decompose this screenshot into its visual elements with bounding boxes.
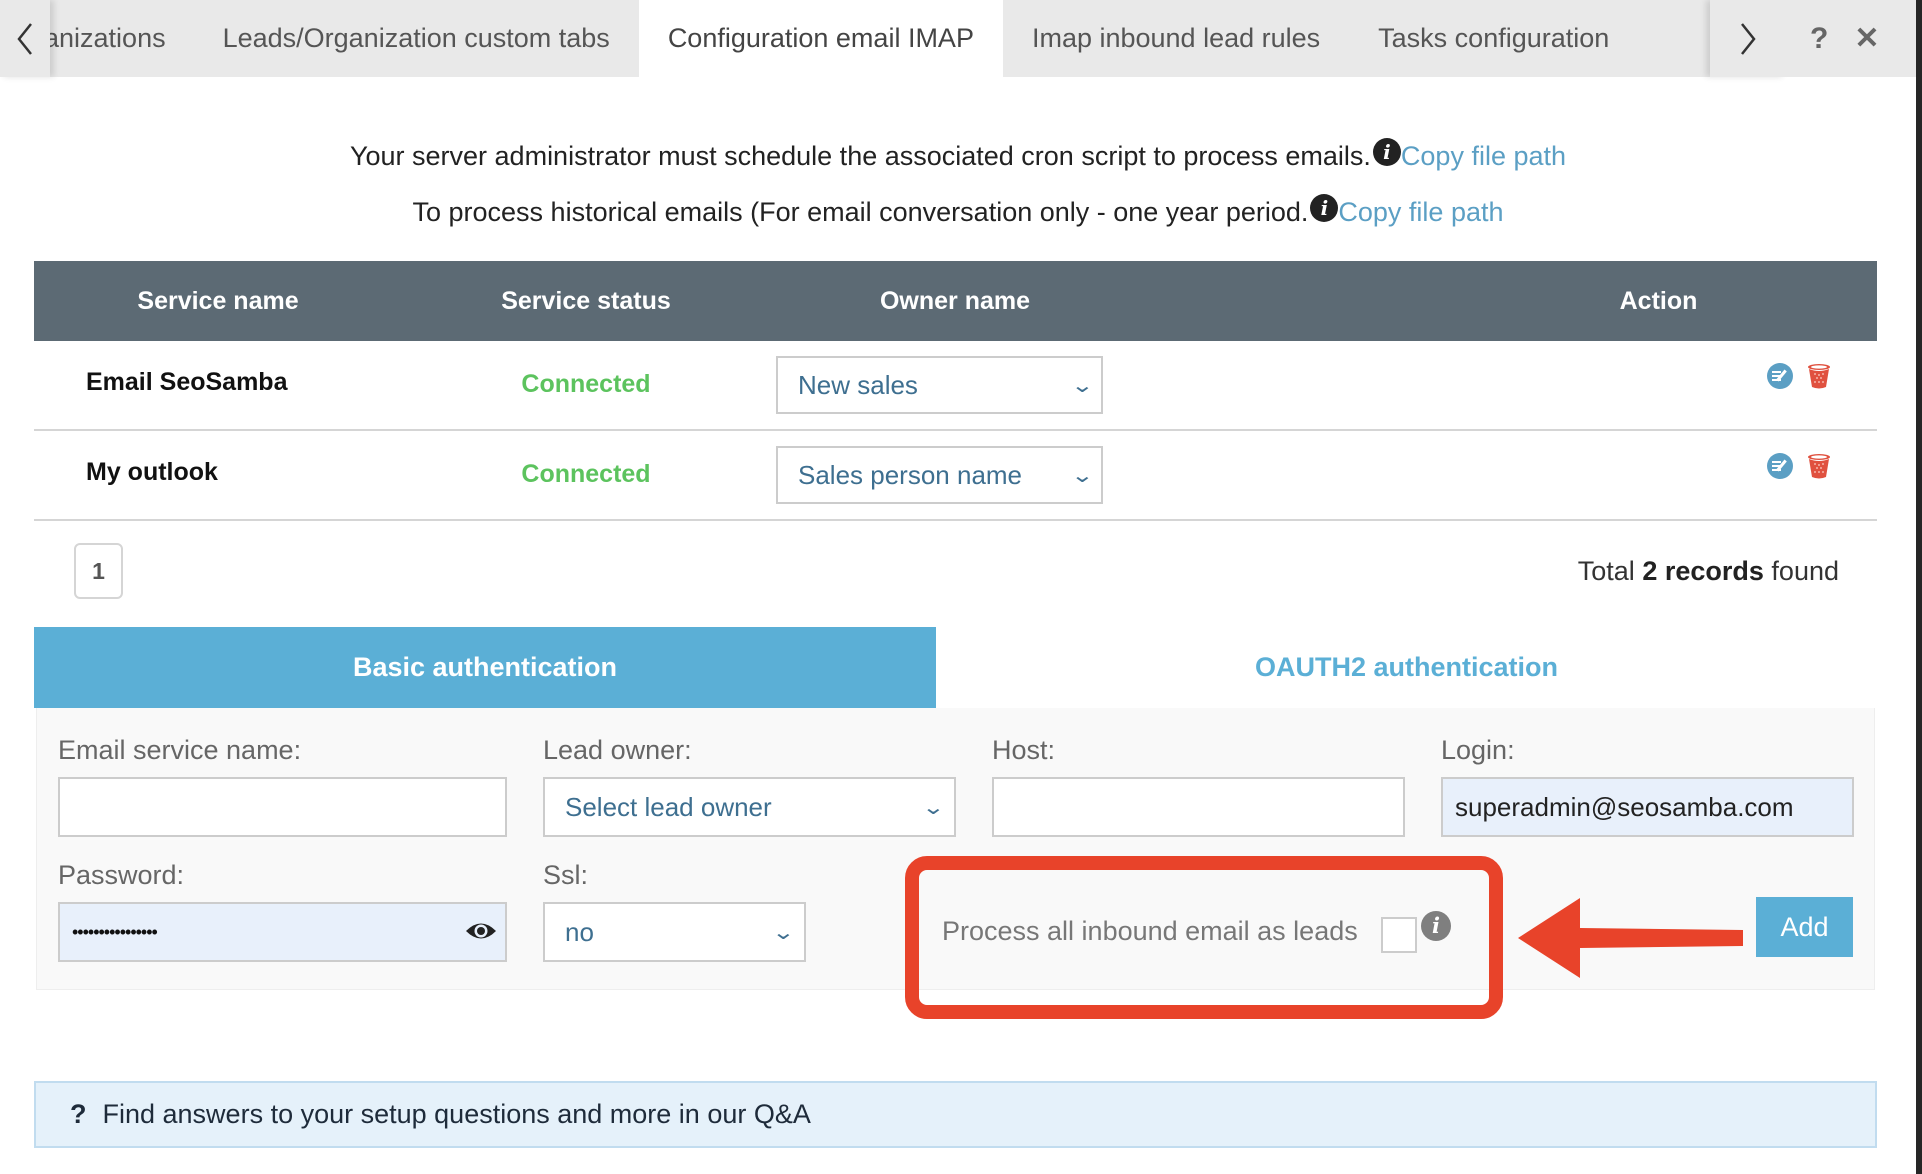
qa-help-banner[interactable]: ? Find answers to your setup questions a… xyxy=(34,1081,1877,1148)
close-button[interactable]: ✕ xyxy=(1854,23,1879,54)
window-tools: ? ✕ xyxy=(1786,0,1916,77)
info-icon[interactable]: i xyxy=(1421,911,1451,941)
owner-select-value: New sales xyxy=(798,369,918,400)
tab-bar-edge xyxy=(1786,77,1916,79)
password-input[interactable]: •••••••••••••••• xyxy=(58,902,507,962)
copy-file-path-link[interactable]: Copy file path xyxy=(1338,197,1503,227)
cron-info-line: Your server administrator must schedule … xyxy=(0,138,1916,172)
login-input[interactable]: superadmin@seosamba.com xyxy=(1441,777,1854,837)
tab-tasks-configuration[interactable]: Tasks configuration xyxy=(1349,0,1638,77)
owner-select-value: Sales person name xyxy=(798,459,1023,490)
tab-basic-authentication[interactable]: Basic authentication xyxy=(34,627,936,708)
process-all-inbound-label: Process all inbound email as leads xyxy=(942,916,1358,946)
email-services-table: Service name Service status Owner name A… xyxy=(34,261,1877,521)
column-header-action: Action xyxy=(1619,286,1698,315)
historical-info-text: To process historical emails (For email … xyxy=(412,197,1309,227)
chevron-down-icon: ⌄ xyxy=(921,796,946,819)
tab-oauth2-authentication[interactable]: OAUTH2 authentication xyxy=(936,627,1877,708)
service-name-cell: My outlook xyxy=(86,457,218,486)
ssl-label: Ssl: xyxy=(543,860,589,890)
table-row: My outlook Connected Sales person name ⌄ xyxy=(34,431,1877,521)
tab-bar: anizations Leads/Organization custom tab… xyxy=(0,0,1916,77)
copy-file-path-link[interactable]: Copy file path xyxy=(1401,141,1566,171)
owner-select[interactable]: Sales person name ⌄ xyxy=(776,446,1103,504)
action-cell xyxy=(1140,363,1877,389)
tab-leads-organization-custom-tabs[interactable]: Leads/Organization custom tabs xyxy=(194,0,639,77)
password-value: •••••••••••••••• xyxy=(72,921,158,942)
chevron-down-icon: ⌄ xyxy=(771,921,796,944)
edit-icon[interactable] xyxy=(1767,453,1793,479)
host-label: Host: xyxy=(992,735,1056,765)
process-all-inbound-checkbox[interactable] xyxy=(1381,917,1417,953)
login-label: Login: xyxy=(1441,735,1515,765)
tab-list: anizations Leads/Organization custom tab… xyxy=(0,0,1638,77)
owner-select[interactable]: New sales ⌄ xyxy=(776,356,1103,414)
total-suffix: found xyxy=(1771,556,1839,586)
lead-owner-select[interactable]: Select lead owner ⌄ xyxy=(543,777,956,837)
historical-info-line: To process historical emails (For email … xyxy=(0,194,1916,228)
tab-configuration-email-imap[interactable]: Configuration email IMAP xyxy=(638,0,1003,77)
service-name-cell: Email SeoSamba xyxy=(86,367,288,396)
table-header: Service name Service status Owner name A… xyxy=(34,261,1877,341)
column-header-service-status: Service status xyxy=(501,286,671,315)
action-cell xyxy=(1140,453,1877,479)
chevron-left-icon xyxy=(17,22,32,55)
owner-cell: New sales ⌄ xyxy=(770,356,1140,414)
email-service-name-input[interactable] xyxy=(58,777,507,837)
owner-cell: Sales person name ⌄ xyxy=(770,446,1140,504)
cron-info-text: Your server administrator must schedule … xyxy=(349,141,1371,171)
chevron-right-icon xyxy=(1741,22,1756,55)
host-input[interactable] xyxy=(992,777,1405,837)
auth-tabs: Basic authentication OAUTH2 authenticati… xyxy=(34,627,1877,708)
service-status-cell: Connected xyxy=(521,369,651,398)
tab-scroll-prev-button[interactable] xyxy=(0,0,50,77)
window-edge xyxy=(1916,0,1922,1174)
info-icon[interactable]: i xyxy=(1372,138,1401,166)
trash-icon[interactable] xyxy=(1807,453,1831,479)
total-count: 2 records xyxy=(1642,556,1764,586)
total-records: Total 2 records found xyxy=(1578,556,1839,587)
chevron-down-icon: ⌄ xyxy=(1070,374,1095,397)
tab-scroll-next-button[interactable] xyxy=(1710,0,1786,77)
help-button[interactable]: ? xyxy=(1810,23,1828,54)
ssl-select[interactable]: no ⌄ xyxy=(543,902,806,962)
column-header-owner-name: Owner name xyxy=(879,286,1031,315)
total-prefix: Total xyxy=(1577,556,1635,586)
tab-imap-inbound-lead-rules[interactable]: Imap inbound lead rules xyxy=(1003,0,1349,77)
ssl-select-value: no xyxy=(565,916,594,947)
qa-help-text: Find answers to your setup questions and… xyxy=(102,1099,811,1129)
chevron-down-icon: ⌄ xyxy=(1070,464,1095,487)
question-icon: ? xyxy=(70,1099,87,1129)
pagination-page-1[interactable]: 1 xyxy=(74,543,123,599)
info-icon[interactable]: i xyxy=(1310,194,1339,222)
lead-owner-select-value: Select lead owner xyxy=(565,791,772,822)
lead-owner-label: Lead owner: xyxy=(543,735,692,765)
trash-icon[interactable] xyxy=(1807,363,1831,389)
table-row: Email SeoSamba Connected New sales ⌄ xyxy=(34,341,1877,431)
eye-icon[interactable] xyxy=(465,920,497,942)
password-label: Password: xyxy=(58,860,185,890)
column-header-service-name: Service name xyxy=(137,286,299,315)
email-service-name-label: Email service name: xyxy=(58,735,302,765)
edit-icon[interactable] xyxy=(1767,363,1793,389)
add-button[interactable]: Add xyxy=(1756,897,1853,957)
service-status-cell: Connected xyxy=(521,459,651,488)
